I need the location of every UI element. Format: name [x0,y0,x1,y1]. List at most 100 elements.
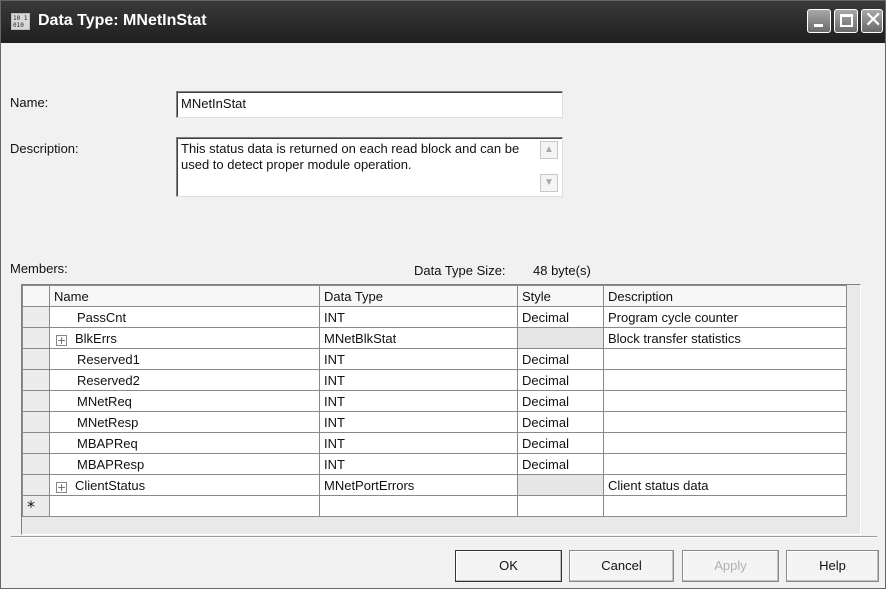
minimize-icon [814,24,823,27]
name-field[interactable]: MNetInStat [176,91,563,118]
new-row-marker[interactable]: * [22,495,50,517]
member-description[interactable]: Block transfer statistics [603,327,847,349]
member-data-type[interactable]: INT [319,369,518,391]
name-label: Name: [10,95,49,110]
row-selector[interactable] [22,369,50,391]
window-title: Data Type: MNetInStat [38,12,207,29]
member-description[interactable] [603,432,847,454]
member-name-cell[interactable]: Reserved2 [49,369,320,391]
help-button[interactable]: Help [786,550,879,582]
apply-button[interactable]: Apply [682,550,779,582]
empty-cell[interactable] [49,495,320,517]
table-row[interactable]: MNetResp INT Decimal [22,411,847,433]
header-row: Name Data Type Style Description [22,285,847,307]
member-name: ClientStatus [75,477,146,493]
member-name-cell[interactable]: + ClientStatus [49,474,320,496]
member-description[interactable]: Program cycle counter [603,306,847,328]
member-name-cell[interactable]: MBAPResp [49,453,320,475]
table-row[interactable]: MNetReq INT Decimal [22,390,847,412]
member-name: Reserved2 [77,372,140,388]
table-row[interactable]: + BlkErrs MNetBlkStat Block transfer statis… [22,327,847,349]
column-header-style[interactable]: Style [517,285,604,307]
empty-cell[interactable] [603,495,847,517]
close-button[interactable]: ✕ [861,8,883,33]
description-label: Description: [10,141,79,156]
data-type-size-label: Data Type Size: [414,263,506,278]
column-header-description[interactable]: Description [603,285,847,307]
member-description[interactable] [603,453,847,475]
member-description[interactable]: Client status data [603,474,847,496]
row-selector[interactable] [22,432,50,454]
column-header-name[interactable]: Name [49,285,320,307]
member-data-type[interactable]: MNetPortErrors [319,474,518,496]
member-style[interactable]: Decimal [517,369,604,391]
description-field[interactable]: This status data is returned on each rea… [176,137,563,197]
member-data-type[interactable]: INT [319,348,518,370]
row-selector[interactable] [22,390,50,412]
member-name: MNetResp [77,414,139,430]
expand-icon[interactable]: + [56,481,67,493]
table-row[interactable]: PassCnt INT Decimal Program cycle counter [22,306,847,328]
data-type-icon: 10 1 010 [11,13,30,30]
member-data-type[interactable]: INT [319,453,518,475]
members-table: Name Data Type Style Description PassCnt… [22,285,847,517]
member-style[interactable]: Decimal [517,432,604,454]
maximize-icon [840,14,853,27]
row-selector[interactable] [22,327,50,349]
member-description[interactable] [603,411,847,433]
member-name: PassCnt [77,309,127,325]
row-selector[interactable] [22,306,50,328]
row-selector[interactable] [22,348,50,370]
member-name-cell[interactable]: Reserved1 [49,348,320,370]
row-selector-header[interactable] [22,285,50,307]
data-type-dialog: 10 1 010 Data Type: MNetInStat ✕ Name: MN… [0,0,886,589]
member-data-type[interactable]: INT [319,390,518,412]
member-data-type[interactable]: INT [319,411,518,433]
table-row[interactable]: Reserved1 INT Decimal [22,348,847,370]
scroll-down-icon[interactable]: ▼ [540,174,558,192]
minimize-button[interactable] [807,9,831,33]
separator [11,536,877,538]
member-name-cell[interactable]: MNetReq [49,390,320,412]
member-description[interactable] [603,348,847,370]
member-style[interactable]: Decimal [517,453,604,475]
member-name-cell[interactable]: MBAPReq [49,432,320,454]
title-bar[interactable]: 10 1 010 Data Type: MNetInStat ✕ [1,1,885,43]
member-style[interactable] [517,474,604,496]
members-grid: Name Data Type Style Description PassCnt… [21,284,861,535]
empty-cell[interactable] [319,495,518,517]
member-data-type[interactable]: MNetBlkStat [319,327,518,349]
member-name: MNetReq [77,393,132,409]
row-selector[interactable] [22,453,50,475]
description-scrollbar[interactable]: ▲ ▼ [540,141,558,192]
data-type-size-value: 48 byte(s) [533,263,591,278]
empty-cell[interactable] [517,495,604,517]
row-selector[interactable] [22,474,50,496]
maximize-button[interactable] [834,9,858,33]
member-style[interactable] [517,327,604,349]
member-name-cell[interactable]: PassCnt [49,306,320,328]
ok-button[interactable]: OK [455,550,562,582]
table-row[interactable]: Reserved2 INT Decimal [22,369,847,391]
expand-icon[interactable]: + [56,334,67,346]
member-description[interactable] [603,369,847,391]
member-data-type[interactable]: INT [319,432,518,454]
member-description[interactable] [603,390,847,412]
member-name-cell[interactable]: MNetResp [49,411,320,433]
member-name-cell[interactable]: + BlkErrs [49,327,320,349]
row-selector[interactable] [22,411,50,433]
cancel-button[interactable]: Cancel [569,550,674,582]
table-row[interactable]: + ClientStatus MNetPortErrors Client status… [22,474,847,496]
table-row[interactable]: MBAPResp INT Decimal [22,453,847,475]
member-style[interactable]: Decimal [517,411,604,433]
scroll-up-icon[interactable]: ▲ [540,141,558,159]
member-style[interactable]: Decimal [517,306,604,328]
member-style[interactable]: Decimal [517,348,604,370]
description-text: This status data is returned on each rea… [181,141,520,172]
member-style[interactable]: Decimal [517,390,604,412]
member-data-type[interactable]: INT [319,306,518,328]
member-name: MBAPResp [77,456,145,472]
table-row[interactable]: MBAPReq INT Decimal [22,432,847,454]
column-header-data-type[interactable]: Data Type [319,285,518,307]
new-member-row[interactable]: * [22,495,847,517]
